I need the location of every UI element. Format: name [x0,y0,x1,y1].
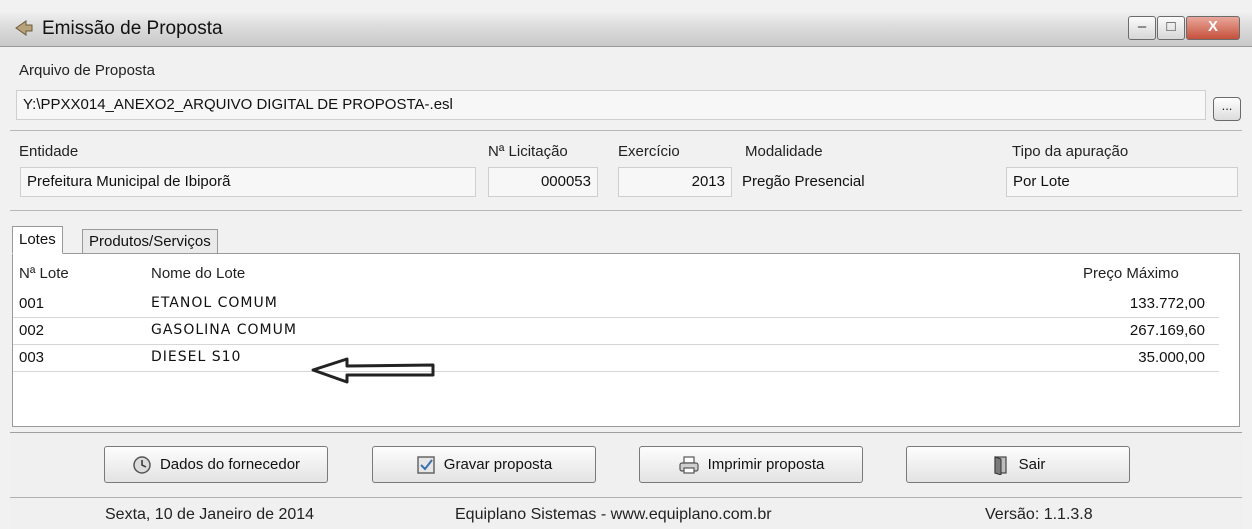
divider [10,210,1242,211]
table-row[interactable]: 001 ETANOL COMUM 133.772,00 [13,291,1219,318]
cell-lote: 002 [19,322,45,339]
sair-button[interactable]: Sair [906,446,1130,483]
sair-label: Sair [1018,456,1046,473]
dados-fornecedor-button[interactable]: Dados do fornecedor [104,446,328,483]
window-title: Emissão de Proposta [42,18,223,39]
cell-nome: DIESEL S10 [151,349,242,365]
entidade-field: Prefeitura Municipal de Ibiporã [20,167,476,197]
modalidade-field: Pregão Presencial [742,173,865,190]
column-header-preco[interactable]: Preço Máximo [1083,265,1179,282]
apuracao-label: Tipo da apuração [1012,143,1129,160]
modalidade-label: Modalidade [745,143,823,160]
close-button[interactable]: X [1186,16,1240,40]
licitacao-label: Nª Licitação [488,143,568,160]
cell-lote: 001 [19,295,45,312]
status-version: Versão: 1.1.3.8 [985,506,1093,523]
gravar-proposta-button[interactable]: Gravar proposta [372,446,596,483]
imprimir-proposta-button[interactable]: Imprimir proposta [639,446,863,483]
tab-produtos-servicos[interactable]: Produtos/Serviços [82,229,218,254]
clock-icon [133,456,151,474]
door-exit-icon [994,456,1007,476]
arquivo-input[interactable]: Y:\PPXX014_ANEXO2_ARQUIVO DIGITAL DE PRO… [16,90,1206,120]
dados-fornecedor-label: Dados do fornecedor [159,456,301,473]
title-bar[interactable]: Emissão de Proposta – □ X [0,10,1252,47]
divider [10,130,1242,131]
app-icon [15,20,33,36]
cell-preco: 267.169,60 [1129,322,1205,339]
proposal-window: Emissão de Proposta – □ X Arquivo de Pro… [0,0,1252,529]
tab-lotes[interactable]: Lotes [12,226,63,254]
exercicio-field: 2013 [618,167,732,197]
cell-preco: 133.772,00 [1129,295,1205,312]
column-header-nome[interactable]: Nome do Lote [151,265,245,282]
exercicio-label: Exercício [618,143,680,160]
gravar-proposta-label: Gravar proposta [443,456,553,473]
lotes-table: Nª Lote Nome do Lote Preço Máximo 001 ET… [12,253,1240,427]
maximize-button[interactable]: □ [1157,16,1185,40]
column-header-lote[interactable]: Nª Lote [19,265,69,282]
minimize-button[interactable]: – [1128,16,1156,40]
entidade-label: Entidade [19,143,79,160]
status-date: Sexta, 10 de Janeiro de 2014 [105,506,315,523]
checkbox-icon [417,456,435,474]
cell-lote: 003 [19,349,45,366]
imprimir-proposta-label: Imprimir proposta [707,456,825,473]
arrow-left-icon [311,357,435,384]
cell-nome: GASOLINA COMUM [151,322,297,338]
table-row[interactable]: 003 DIESEL S10 35.000,00 [13,345,1219,372]
arquivo-label: Arquivo de Proposta [19,62,155,79]
printer-icon [679,456,699,474]
browse-button[interactable]: ... [1213,97,1241,121]
licitacao-field: 000053 [488,167,598,197]
table-row[interactable]: 002 GASOLINA COMUM 267.169,60 [13,318,1219,345]
apuracao-field: Por Lote [1006,167,1238,197]
status-company: Equiplano Sistemas - www.equiplano.com.b… [455,506,772,523]
cell-nome: ETANOL COMUM [151,295,278,311]
cell-preco: 35.000,00 [1138,349,1205,366]
